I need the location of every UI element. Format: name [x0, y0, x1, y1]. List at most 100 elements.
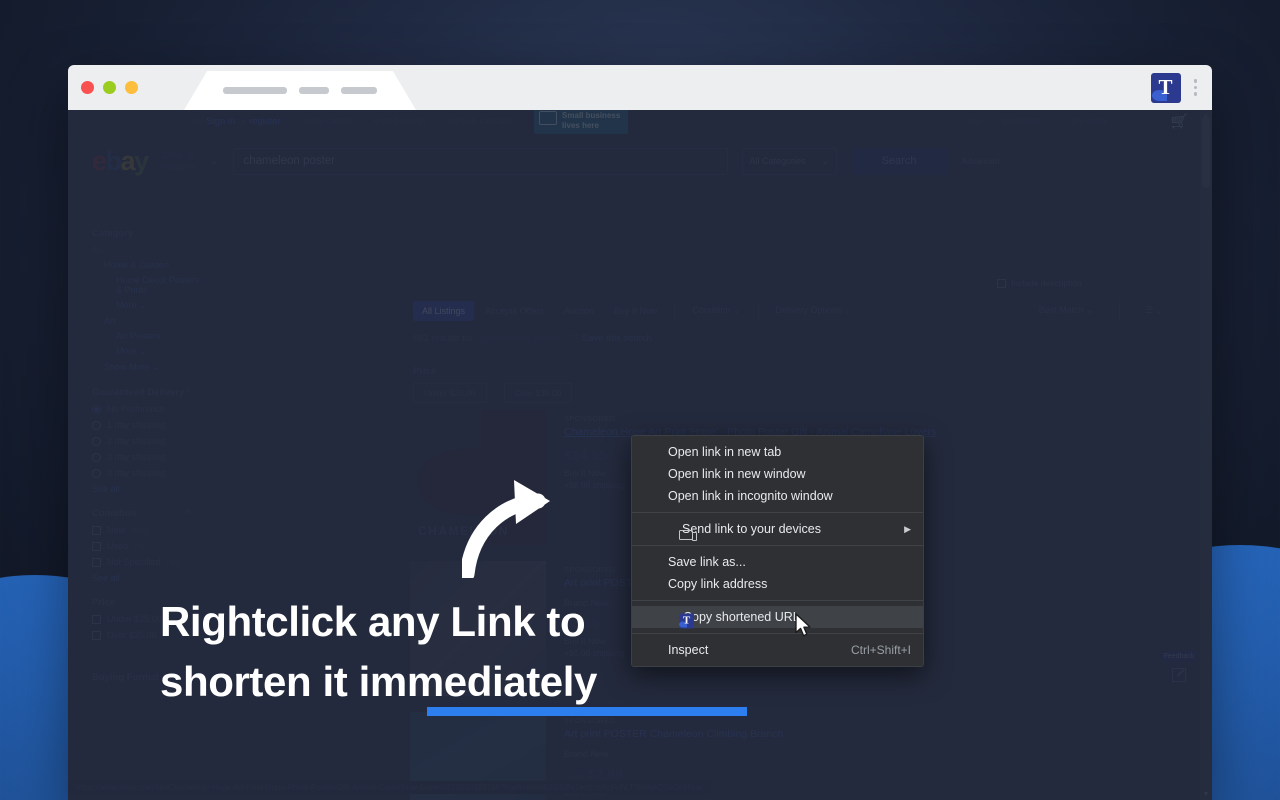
category-item-home-decor[interactable]: Home Décor Posters & Prints [92, 275, 203, 295]
save-search-link[interactable]: ♡ Save this search [571, 333, 652, 344]
delivery-option-4-day[interactable]: 4 day shipping [92, 468, 203, 478]
menu-item-inspect[interactable]: Inspect Ctrl+Shift+I [632, 639, 923, 661]
dropdown-condition[interactable]: Condition ⌄ [683, 300, 749, 321]
search-input-value: chameleon poster [243, 155, 335, 167]
scrollbar-thumb[interactable] [1202, 116, 1210, 188]
minimize-window-button[interactable] [125, 81, 138, 94]
nav-link-daily-deals[interactable]: Daily Deals [303, 116, 351, 127]
checkbox-icon [92, 557, 101, 567]
mouse-cursor [795, 613, 811, 637]
category-item-show-more[interactable]: Show More ⌄ [92, 362, 203, 373]
checkbox-icon [92, 614, 101, 624]
search-input[interactable]: chameleon poster [232, 147, 728, 175]
tab-buy-it-now[interactable]: Buy It Now [605, 301, 667, 321]
include-description-checkbox[interactable]: Include description [997, 278, 1082, 288]
category-item-art[interactable]: Art [92, 316, 203, 326]
curved-arrow-icon [462, 480, 550, 578]
radio-icon [92, 452, 101, 462]
chevron-down-icon: ⌄ [139, 300, 147, 310]
tab-placeholder-1 [223, 87, 287, 94]
menu-item-send-link-to-devices[interactable]: Send link to your devices ▶ [632, 518, 923, 541]
category-filter-group: Category All Home & Garden Home Décor Po… [92, 228, 203, 373]
sign-in-link[interactable]: Sign in [206, 116, 235, 127]
shop-by-category-button[interactable]: Shop by category [162, 150, 197, 172]
maximize-window-button[interactable] [103, 81, 116, 94]
menu-item-copy-link-address[interactable]: Copy link address [632, 573, 923, 595]
tab-auction[interactable]: Auction [555, 301, 603, 321]
advanced-search-link[interactable]: Advanced [962, 156, 1000, 166]
signin-area[interactable]: Hi! Sign in or register [192, 116, 281, 127]
notification-bell-icon[interactable]: ☼ [1139, 114, 1151, 129]
category-item-art-posters[interactable]: Art Posters [92, 331, 203, 341]
condition-option-new[interactable]: New (616) [92, 525, 203, 535]
turbo-t-extension-icon[interactable]: T [1150, 72, 1181, 103]
menu-item-open-link-new-window[interactable]: Open link in new window [632, 463, 923, 485]
sort-controls: Best Match ⌄ ☰ ⌄ [1030, 300, 1172, 321]
menu-item-copy-shortened-url[interactable]: T Copy shortened URL [632, 606, 923, 628]
browser-tab[interactable] [184, 71, 416, 110]
guaranteed-delivery-group: Guaranteed Delivery ^ No Preference 1 da… [92, 387, 203, 494]
results-count-text: 681 results for [413, 333, 474, 344]
browser-toolbar-right: T [1150, 72, 1213, 103]
chevron-down-icon: ⌄ [844, 305, 852, 315]
list-view-icon[interactable]: ☰ ⌄ [1136, 300, 1172, 321]
listing-type-tabs: All Listings Accepts Offers Auction Buy … [413, 300, 1172, 321]
turbo-t-extension-icon: T [679, 613, 694, 628]
delivery-see-all-link[interactable]: See all [92, 484, 203, 494]
price-chip-under-35[interactable]: Under $35.00 [413, 383, 487, 403]
nav-link-my-ebay[interactable]: My eBay ⌄ [1071, 116, 1119, 127]
sponsored-label: SPONSORED [564, 414, 616, 423]
category-select[interactable]: All Categories ⌄ [741, 147, 837, 175]
nav-link-sell[interactable]: Sell [966, 116, 982, 127]
chevron-down-icon: ⌄ [1155, 305, 1163, 315]
delivery-option-2-day[interactable]: 2 day shipping [92, 436, 203, 446]
category-item-more-2[interactable]: More ⌄ [92, 346, 203, 357]
headline-line-2: shorten it immediately [160, 657, 597, 705]
search-button[interactable]: Search [850, 147, 948, 175]
tab-all-listings[interactable]: All Listings [413, 300, 475, 321]
shopping-cart-icon[interactable]: 🛒 [1171, 113, 1188, 130]
nav-link-watchlist[interactable]: Watchlist ⌄ [1002, 116, 1051, 127]
guaranteed-delivery-heading[interactable]: Guaranteed Delivery ^ [92, 387, 203, 398]
dropdown-delivery-options[interactable]: Delivery Options ⌄ [767, 300, 861, 321]
window-controls[interactable] [68, 81, 138, 94]
condition-see-all-link[interactable]: See all [92, 573, 203, 583]
chevron-up-icon: ^ [185, 508, 191, 519]
menu-item-open-link-incognito[interactable]: Open link in incognito window [632, 485, 923, 507]
delivery-option-no-preference[interactable]: No Preference [92, 404, 203, 414]
close-window-button[interactable] [81, 81, 94, 94]
tab-accepts-offers[interactable]: Accepts Offers [476, 301, 553, 321]
sort-dropdown[interactable]: Best Match ⌄ [1030, 300, 1103, 321]
feedback-tab[interactable]: Feedback [1162, 651, 1196, 682]
category-item-more-1[interactable]: More ⌄ [92, 300, 203, 311]
kebab-menu-icon[interactable] [1189, 79, 1203, 96]
condition-option-used[interactable]: Used (29) [92, 541, 203, 551]
register-link[interactable]: register [249, 116, 281, 127]
listing-title-link[interactable]: Art print POSTER Chameleon Climbing Bran… [564, 728, 783, 740]
ebay-logo[interactable]: ebay [92, 146, 149, 177]
nav-link-help-contact[interactable]: Help & Contact [448, 116, 512, 127]
context-menu[interactable]: Open link in new tab Open link in new wi… [631, 435, 924, 667]
chevron-down-icon: ⌄ [732, 305, 741, 315]
checkbox-icon [92, 525, 101, 535]
page-scrollbar[interactable]: ▲ ▼ [1200, 110, 1212, 800]
small-business-promo[interactable]: Small business lives here [534, 110, 629, 134]
price-chip-over-35[interactable]: Over $35.00 [503, 383, 573, 403]
delivery-option-1-day[interactable]: 1 day shipping [92, 420, 203, 430]
condition-option-not-specified[interactable]: Not Specified (36) [92, 557, 203, 567]
checkbox-icon [92, 541, 101, 551]
scroll-down-arrow[interactable]: ▼ [1200, 788, 1212, 800]
menu-item-save-link-as[interactable]: Save link as... [632, 551, 923, 573]
category-item-home-garden[interactable]: Home & Garden [92, 260, 203, 270]
radio-icon [92, 404, 101, 414]
menu-separator [632, 633, 923, 634]
nav-link-brand-outlet[interactable]: Brand Outlet [373, 116, 426, 127]
delivery-option-3-day[interactable]: 3 day shipping [92, 452, 203, 462]
category-item-all[interactable]: All [92, 245, 203, 255]
checkbox-icon [997, 278, 1006, 288]
sponsored-label: SPONSORED [564, 716, 616, 725]
condition-heading[interactable]: Condition ^ [92, 508, 203, 519]
radio-icon [92, 436, 101, 446]
inspect-shortcut: Ctrl+Shift+I [850, 643, 911, 657]
menu-item-open-link-new-tab[interactable]: Open link in new tab [632, 441, 923, 463]
